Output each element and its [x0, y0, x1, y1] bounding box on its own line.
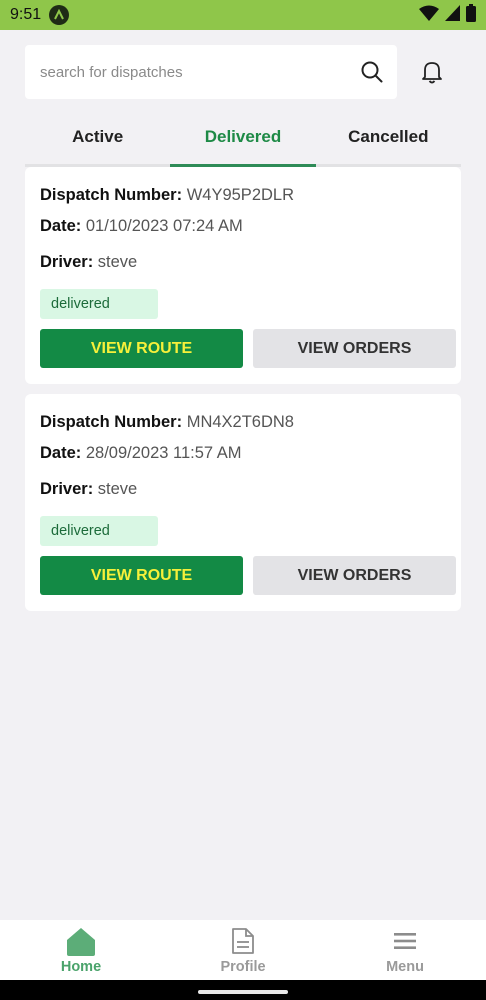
view-orders-button[interactable]: VIEW ORDERS — [253, 556, 456, 595]
dispatch-date-row: Date: 01/10/2023 07:24 AM — [40, 217, 243, 236]
search-box — [25, 45, 397, 99]
app-notification-icon — [49, 5, 70, 25]
search-row — [25, 45, 461, 99]
dispatch-tabs: Active Delivered Cancelled — [25, 113, 461, 167]
view-route-button[interactable]: VIEW ROUTE — [40, 329, 243, 368]
status-icons — [419, 3, 476, 27]
view-route-button[interactable]: VIEW ROUTE — [40, 556, 243, 595]
dispatch-date-value: 01/10/2023 07:24 AM — [85, 217, 243, 235]
dispatch-driver-row: Driver: steve — [40, 253, 137, 272]
gesture-handle[interactable] — [198, 990, 288, 994]
status-badge: delivered — [40, 289, 158, 319]
dispatch-card: Dispatch Number: W4Y95P2DLR Date: 01/10/… — [25, 167, 461, 384]
nav-home-label: Home — [60, 959, 102, 975]
dispatch-number-value: W4Y95P2DLR — [186, 186, 295, 204]
dispatch-number-label: Dispatch Number: — [40, 186, 183, 204]
nav-menu[interactable]: Menu — [324, 920, 486, 980]
dispatch-number-value: MN4X2T6DN8 — [186, 413, 294, 431]
system-gesture-bar — [0, 980, 486, 1000]
dispatch-date-label: Date: — [40, 217, 82, 235]
home-icon — [55, 925, 107, 957]
nav-home[interactable]: Home — [0, 920, 162, 980]
nav-menu-label: Menu — [386, 959, 424, 975]
bell-icon[interactable] — [417, 57, 447, 87]
nav-profile-label: Profile — [220, 959, 266, 975]
dispatch-driver-label: Driver: — [40, 480, 94, 498]
status-badge: delivered — [40, 516, 158, 546]
dispatch-driver-row: Driver: steve — [40, 480, 137, 499]
dispatch-driver-value: steve — [97, 480, 138, 498]
battery-icon — [466, 3, 476, 27]
dispatch-number-row: Dispatch Number: W4Y95P2DLR — [40, 186, 294, 205]
wifi-icon — [419, 5, 439, 26]
search-input[interactable] — [40, 63, 359, 81]
dispatch-card: Dispatch Number: MN4X2T6DN8 Date: 28/09/… — [25, 394, 461, 611]
status-time: 9:51 — [10, 6, 42, 23]
document-icon — [217, 925, 269, 957]
signal-icon — [445, 4, 460, 26]
dispatch-date-value: 28/09/2023 11:57 AM — [85, 444, 242, 462]
dispatch-number-row: Dispatch Number: MN4X2T6DN8 — [40, 413, 294, 432]
status-bar: 9:51 — [0, 0, 486, 30]
dispatch-date-row: Date: 28/09/2023 11:57 AM — [40, 444, 242, 463]
dispatch-date-label: Date: — [40, 444, 82, 462]
dispatch-driver-label: Driver: — [40, 253, 94, 271]
dispatch-number-label: Dispatch Number: — [40, 413, 183, 431]
nav-profile[interactable]: Profile — [162, 920, 324, 980]
dispatch-driver-value: steve — [97, 253, 138, 271]
tab-delivered[interactable]: Delivered — [170, 113, 316, 167]
view-orders-button[interactable]: VIEW ORDERS — [253, 329, 456, 368]
bottom-nav: Home Profile Menu — [0, 920, 486, 980]
search-icon[interactable] — [359, 59, 385, 85]
menu-icon — [379, 925, 431, 957]
tab-cancelled[interactable]: Cancelled — [316, 113, 461, 164]
tab-active[interactable]: Active — [25, 113, 170, 164]
